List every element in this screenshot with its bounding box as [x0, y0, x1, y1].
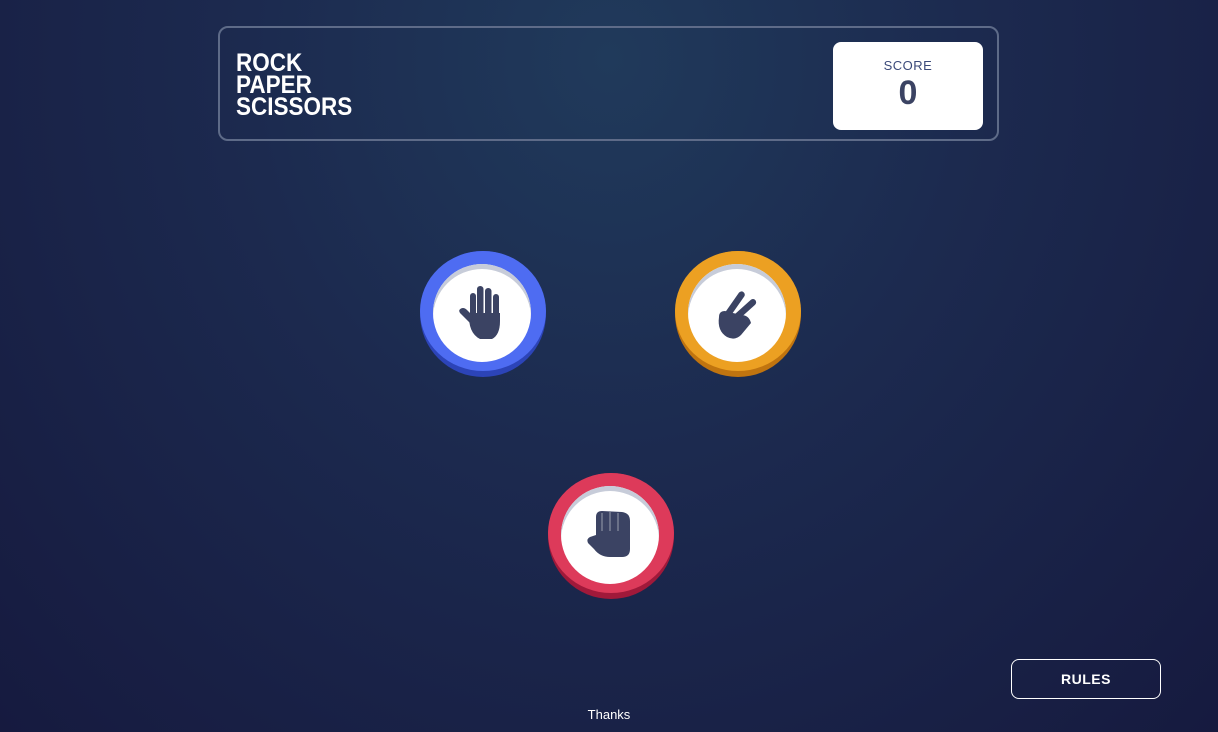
- footer-thanks-text: Thanks: [587, 707, 631, 722]
- rock-token-face: [561, 486, 659, 584]
- rock-choice-button[interactable]: [548, 473, 674, 599]
- scissors-hand-icon: [718, 291, 757, 339]
- scissors-token-face: [688, 264, 786, 362]
- scissors-choice-button[interactable]: [675, 251, 801, 377]
- score-panel: SCORE 0: [833, 42, 983, 130]
- paper-token-face: [433, 264, 531, 362]
- score-label: SCORE: [883, 58, 933, 73]
- paper-choice-button[interactable]: [420, 251, 546, 377]
- rules-button[interactable]: RULES: [1011, 659, 1161, 699]
- rock-fist-icon: [587, 511, 630, 557]
- score-value: 0: [898, 74, 918, 112]
- paper-hand-icon: [459, 286, 500, 339]
- game-header: ROCK PAPER SCISSORS SCORE 0: [218, 26, 999, 141]
- game-title: ROCK PAPER SCISSORS: [236, 51, 353, 121]
- title-line-scissors: SCISSORS: [236, 93, 353, 121]
